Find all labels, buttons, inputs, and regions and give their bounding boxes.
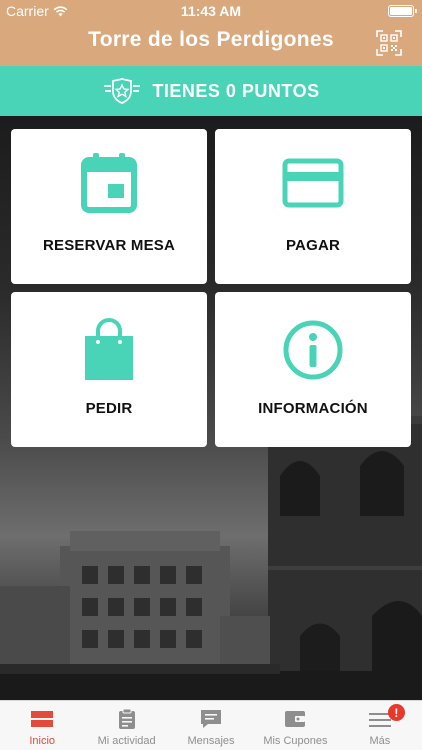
tab-mensajes[interactable]: Mensajes bbox=[169, 701, 253, 750]
navigation-header: Carrier 11:43 AM Torre de los Perdigones bbox=[0, 0, 422, 66]
credit-card-icon bbox=[282, 158, 344, 208]
info-icon bbox=[283, 320, 343, 380]
qr-code-icon[interactable] bbox=[376, 30, 402, 56]
tab-label: Más bbox=[369, 735, 391, 747]
points-banner[interactable]: TIENES 0 PUNTOS bbox=[0, 66, 422, 116]
status-time: 11:43 AM bbox=[180, 3, 242, 19]
tab-mis-cupones[interactable]: Mis Cupones bbox=[253, 701, 337, 750]
calendar-icon bbox=[81, 153, 137, 213]
tab-bar: Inicio Mi actividad Mensajes Mis Cupones… bbox=[0, 700, 422, 750]
status-bar: Carrier 11:43 AM bbox=[0, 0, 422, 22]
pagar-tile[interactable]: PAGAR bbox=[215, 129, 411, 284]
shopping-bag-icon bbox=[85, 318, 133, 380]
points-text: TIENES 0 PUNTOS bbox=[152, 80, 320, 101]
tab-label: Mis Cupones bbox=[263, 735, 328, 747]
wallet-icon bbox=[285, 711, 306, 727]
tile-label: INFORMACIÓN bbox=[258, 400, 368, 417]
battery-icon bbox=[388, 5, 417, 17]
clipboard-icon bbox=[118, 708, 135, 729]
tile-label: PEDIR bbox=[85, 400, 133, 417]
page-title: Torre de los Perdigones bbox=[88, 28, 334, 51]
badge-star-icon bbox=[104, 78, 141, 104]
tab-inicio[interactable]: Inicio bbox=[0, 701, 84, 750]
tab-label: Inicio bbox=[29, 735, 56, 747]
informacion-tile[interactable]: INFORMACIÓN bbox=[215, 292, 411, 447]
tile-label: PAGAR bbox=[285, 237, 341, 254]
action-tiles: RESERVAR MESA PAGAR PEDIR INFORMACIÓN bbox=[11, 129, 411, 447]
tab-label: Mensajes bbox=[187, 735, 235, 747]
tab-mas[interactable]: ! Más bbox=[338, 701, 422, 750]
home-icon bbox=[31, 711, 54, 727]
tab-label: Mi actividad bbox=[97, 735, 156, 747]
tab-mi-actividad[interactable]: Mi actividad bbox=[84, 701, 168, 750]
tile-label: RESERVAR MESA bbox=[42, 237, 176, 254]
chat-icon bbox=[201, 710, 222, 728]
reservar-mesa-tile[interactable]: RESERVAR MESA bbox=[11, 129, 207, 284]
pedir-tile[interactable]: PEDIR bbox=[11, 292, 207, 447]
notification-badge: ! bbox=[387, 704, 405, 721]
